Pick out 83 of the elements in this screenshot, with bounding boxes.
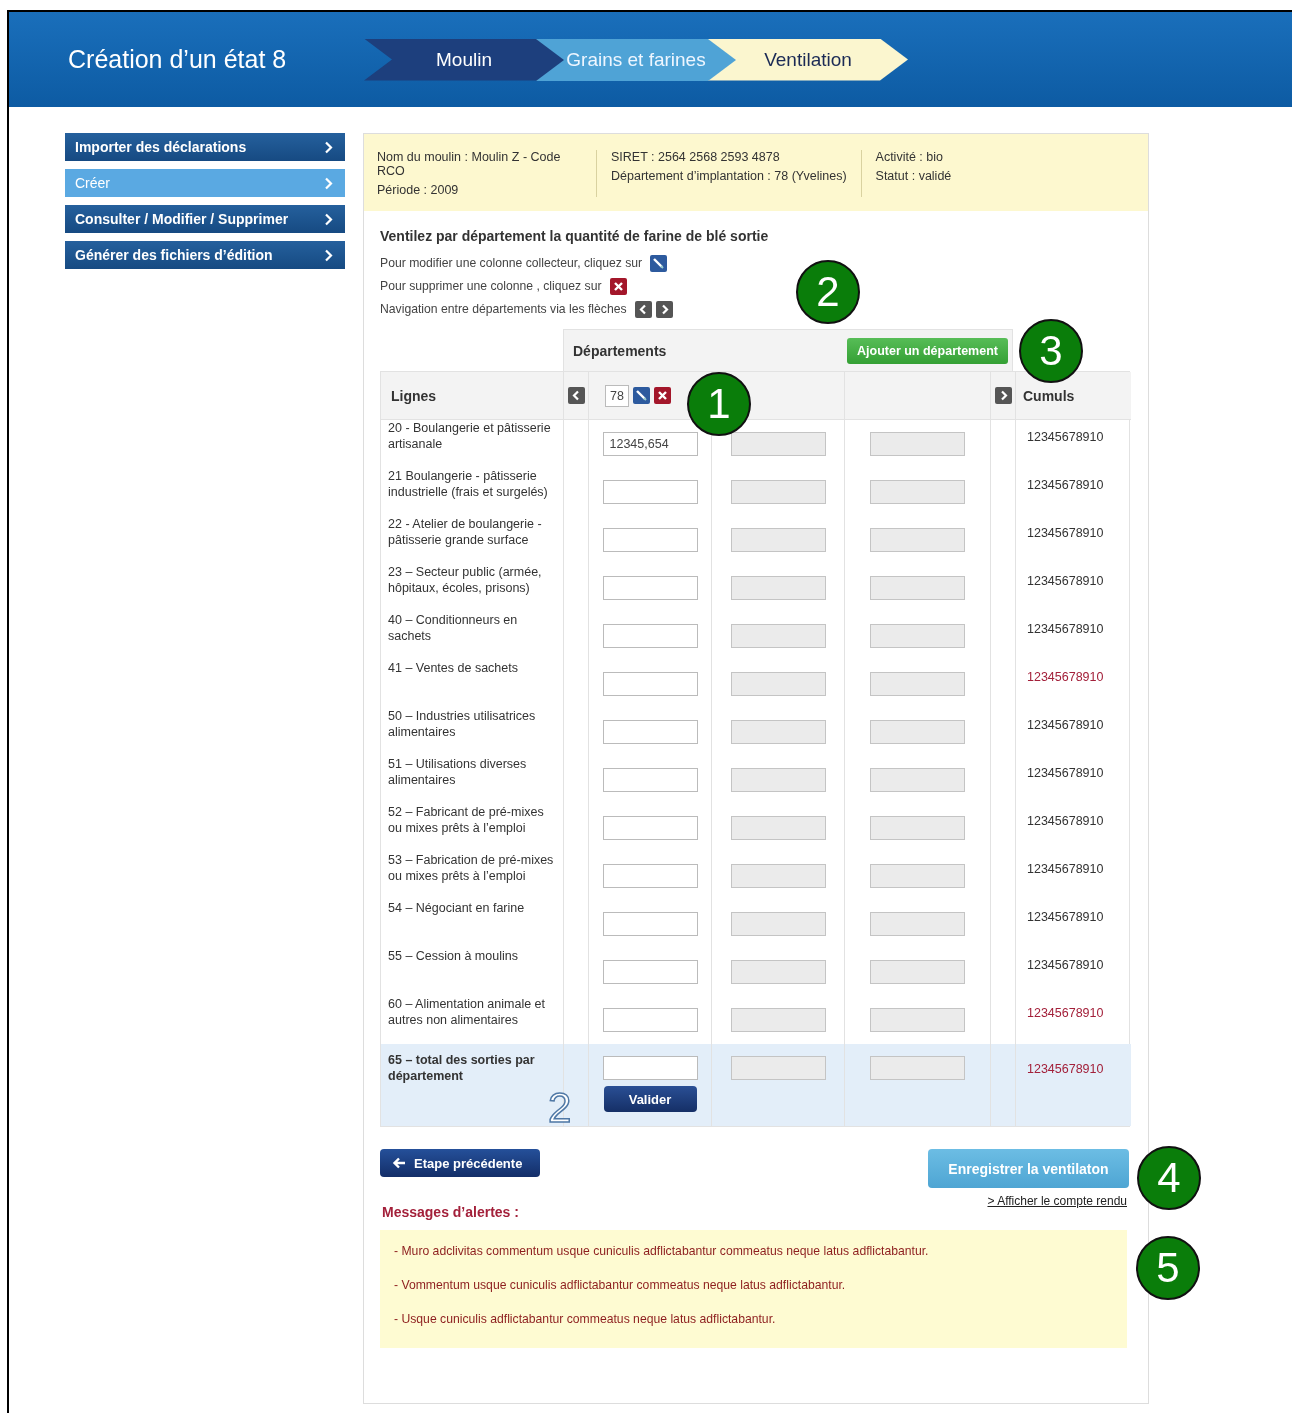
value-field[interactable]: [602, 528, 698, 552]
row-label: 40 – Conditionneurs en sachets: [388, 612, 519, 644]
chevron-icon: [324, 212, 333, 226]
instruction-text: Pour supprimer une colonne , cliquez sur: [380, 279, 602, 293]
edit-icon[interactable]: [633, 387, 650, 404]
instruction-text: Navigation entre départements via les flèches: [380, 302, 627, 316]
value-field[interactable]: [602, 864, 698, 888]
wizard-step[interactable]: Moulin: [364, 38, 536, 81]
alert-message: - Usque cuniculis adflictabantur commeatus neque latus adflictabantur.: [394, 1312, 777, 1326]
value-field[interactable]: [602, 960, 698, 984]
value-field[interactable]: [602, 1056, 698, 1080]
callout-number: 5: [1136, 1236, 1200, 1300]
row-label: 53 – Fabrication de pré-mixes ou mixes prêts à l’emploi: [388, 852, 555, 884]
row-label: 60 – Alimentation animale et autres non alimentaires: [388, 996, 547, 1028]
cumul-value: 12345678910: [1027, 622, 1104, 636]
row-label: 22 - Atelier de boulangerie - pâtisserie grande surface: [388, 516, 543, 548]
department-code-field[interactable]: 78: [605, 384, 629, 407]
value-field[interactable]: [602, 624, 698, 648]
info-text: Nom du moulin : Moulin Z - Code RCO: [377, 150, 562, 178]
report-link[interactable]: > Afficher le compte rendu: [987, 1194, 1127, 1208]
callout-number: 4: [1137, 1146, 1201, 1210]
previous-step-button[interactable]: Etape précédente: [380, 1149, 541, 1177]
column-heading: Cumuls: [1023, 387, 1075, 404]
row-label: 21 Boulangerie - pâtisserie industrielle (frais et surgelés): [388, 468, 549, 500]
cumul-value: 12345678910: [1027, 718, 1104, 732]
value-field[interactable]: [602, 1008, 698, 1032]
cumul-value: 12345678910: [1027, 958, 1104, 972]
sidebar-item[interactable]: Consulter / Modifier / Supprimer: [65, 205, 345, 233]
sidebar-item[interactable]: Générer des fichiers d’édition: [65, 241, 345, 269]
value-field[interactable]: 12345,654: [602, 432, 698, 456]
page-title: Création d’un état 8: [68, 45, 288, 74]
arrow-icon: [392, 1157, 406, 1169]
cumul-value: 12345678910: [1027, 910, 1104, 924]
edit-icon: [650, 254, 668, 272]
value-field[interactable]: [602, 480, 698, 504]
wizard-step[interactable]: Ventilation: [708, 38, 908, 81]
row-label: 20 - Boulangerie et pâtisserie artisanale: [388, 420, 552, 452]
info-text: Statut : validé: [875, 169, 952, 183]
delete-icon[interactable]: [654, 387, 671, 404]
value-field[interactable]: [602, 912, 698, 936]
info-text: Département d’implantation : 78 (Yvelines): [611, 169, 847, 183]
row-label: 52 – Fabricant de pré-mixes ou mixes prêts à l’emploi: [388, 804, 545, 836]
info-text: Activité : bio: [875, 150, 944, 164]
value-field[interactable]: [602, 720, 698, 744]
alert-message: - Vommentum usque cuniculis adflictabantur commeatus neque latus adflictabantur.: [394, 1278, 847, 1292]
validate-button[interactable]: Valider: [603, 1086, 697, 1112]
cumul-value: 12345678910: [1027, 478, 1104, 492]
row-label: 23 – Secteur public (armée, hôpitaux, écoles, prisons): [388, 564, 543, 596]
cumul-value: 12345678910: [1027, 814, 1104, 828]
delete-icon: [609, 277, 627, 295]
cumul-value: 12345678910: [1027, 670, 1104, 684]
cumul-value: 12345678910: [1027, 574, 1104, 588]
row-label: 54 – Négociant en farine: [388, 900, 525, 916]
callout-number: 2: [796, 260, 860, 324]
value-field[interactable]: [602, 672, 698, 696]
instruction-heading: Ventilez par département la quantité de farine de blé sortie: [380, 228, 770, 244]
column-heading: Lignes: [391, 387, 437, 404]
info-text: Période : 2009: [377, 183, 460, 197]
chevron-icon: [324, 176, 333, 190]
value-field[interactable]: [602, 576, 698, 600]
row-label: 51 – Utilisations diverses alimentaires: [388, 756, 528, 788]
column-group-heading: Départements: [573, 342, 667, 359]
row-label: 65 – total des sorties par département: [388, 1052, 536, 1084]
alert-message: - Muro adclivitas commentum usque cuniculis adflictabantur commeatus neque latus adflictabantur.: [394, 1244, 930, 1258]
instruction-text: Pour modifier une colonne collecteur, cliquez sur: [380, 256, 643, 270]
alerts-heading: Messages d’alertes :: [382, 1204, 519, 1220]
annotation-number: 2: [548, 1087, 572, 1129]
cumul-value: 12345678910: [1027, 1062, 1104, 1076]
chevron-icon: [324, 248, 333, 262]
cumul-value: 12345678910: [1027, 862, 1104, 876]
value-field[interactable]: [602, 768, 698, 792]
row-label: 41 – Ventes de sachets: [388, 660, 518, 676]
callout-number: 3: [1019, 319, 1083, 383]
cumul-value: 12345678910: [1027, 430, 1104, 444]
info-text: SIRET : 2564 2568 2593 4878: [611, 150, 781, 164]
cumul-value: 12345678910: [1027, 526, 1104, 540]
cumul-value: 12345678910: [1027, 766, 1104, 780]
cumul-value: 12345678910: [1027, 1006, 1104, 1020]
value-field[interactable]: [602, 816, 698, 840]
row-label: 55 – Cession à moulins: [388, 948, 518, 964]
chevron-icon: [324, 140, 333, 154]
sidebar-item[interactable]: Importer des déclarations: [65, 133, 345, 161]
row-label: 50 – Industries utilisatrices alimentaires: [388, 708, 537, 740]
